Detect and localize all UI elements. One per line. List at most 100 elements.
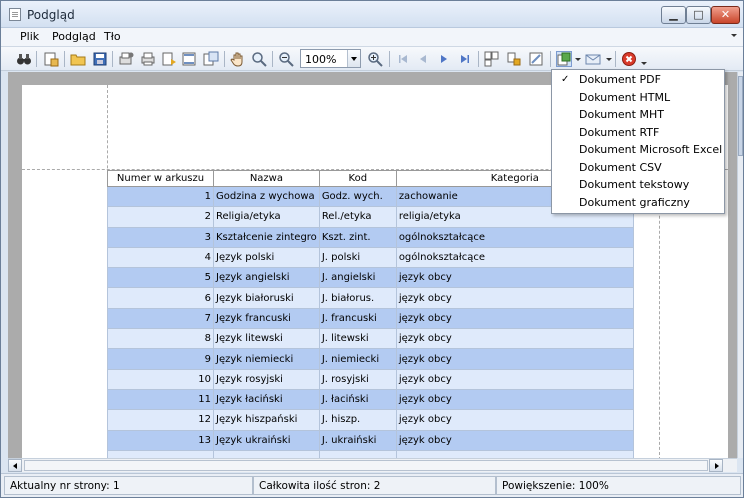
row-category: język obcy [395,348,634,370]
zoom-dropdown-icon[interactable] [347,50,360,67]
row-number: 11 [107,388,214,411]
status-zoom: Powiększenie: 100% [496,476,741,495]
row-code: J. białorus. [318,287,397,309]
scale-icon[interactable] [203,51,219,67]
menu-chevron-icon[interactable] [731,34,737,37]
row-code: Rel./etyka [318,206,397,228]
table-row: 7 Język francuski J. francuski język obcy [107,307,634,330]
exit-icon[interactable] [621,51,637,67]
row-code: J. hiszp. [318,409,397,431]
table-row: 3 Kształcenie zintegro Kszt. zint. ogólnoks… [107,226,634,248]
hand-tool-icon[interactable] [230,51,246,67]
row-category: język obcy [395,267,634,289]
row-name: Język rosyjski [213,368,320,390]
horizontal-scroll-thumb[interactable] [24,460,708,471]
print-icon[interactable] [140,51,156,67]
send-email-icon[interactable] [585,51,601,67]
column-header: Numer w arkuszu [107,170,214,187]
binoculars-icon[interactable] [16,51,32,67]
toolbar-options-icon[interactable] [641,62,647,65]
magnifier-icon[interactable] [251,51,267,67]
row-category: język obcy [395,388,634,411]
row-name: Język łaciński [213,388,320,411]
last-page-icon[interactable] [457,51,473,67]
menu-plik[interactable]: Plik [20,30,39,43]
maximize-button[interactable]: □ [686,6,711,24]
zoom-out-icon[interactable] [278,51,294,67]
minimize-button[interactable]: ▁ [661,6,686,24]
export-excel[interactable]: Dokument Microsoft Excel [552,141,724,159]
page-setup-icon[interactable] [43,51,59,67]
row-category: ogólnokształcące [395,226,634,248]
scroll-right-icon[interactable] [709,459,723,472]
close-button[interactable]: ✕ [711,6,740,24]
menu-item-label: Dokument tekstowy [579,178,690,191]
export-rtf[interactable]: Dokument RTF [552,124,724,142]
table-row: 4 Język polski J. polski ogólnokształcące [107,246,634,269]
open-icon[interactable] [70,51,86,67]
row-number: 1 [107,185,214,208]
email-dropdown-icon[interactable] [606,58,612,61]
toolbar: 100% [1,47,743,71]
horizontal-scrollbar[interactable] [8,458,737,472]
first-page-icon[interactable] [395,51,411,67]
table-row-partial [107,449,634,458]
row-name: Język litewski [213,328,320,350]
quick-print-icon[interactable] [161,51,177,67]
scroll-left-icon[interactable] [8,459,22,472]
vertical-scroll-thumb[interactable] [738,76,743,156]
column-header: Kod [318,170,397,187]
export-mht[interactable]: Dokument MHT [552,106,724,124]
status-total-pages: Całkowita ilość stron: 2 [253,476,496,495]
previous-page-icon[interactable] [415,51,431,67]
row-code: J. francuski [318,307,397,330]
row-code: J. polski [318,246,397,269]
menu-podglad[interactable]: Podgląd [52,30,96,43]
menu-tlo[interactable]: Tło [104,30,121,43]
menu-item-label: Dokument graficzny [579,195,690,209]
column-header: Nazwa [213,170,320,187]
color-icon[interactable] [506,51,522,67]
row-number: 5 [107,267,214,289]
row-name: Język ukraiński [213,429,320,451]
zoom-value: 100% [305,53,337,66]
row-code: J. łaciński [318,388,397,411]
menu-item-label: Dokument HTML [579,90,671,104]
status-current-page: Aktualny nr strony: 1 [4,476,253,495]
table-row: 8 Język litewski J. litewski język obcy [107,328,634,350]
header-footer-icon[interactable] [181,51,197,67]
table-row: 12 Język hiszpański J. hiszp. język obcy [107,409,634,431]
save-icon[interactable] [92,51,108,67]
menu-item-label: Dokument CSV [579,160,662,174]
zoom-in-icon[interactable] [367,51,383,67]
row-number: 6 [107,287,214,309]
watermark-icon[interactable] [528,51,544,67]
table-row: 6 Język białoruski J. białorus. język obcy [107,287,634,309]
row-category: język obcy [395,307,634,330]
export-text[interactable]: Dokument tekstowy [552,176,724,194]
row-code: Kszt. zint. [318,226,397,248]
export-pdf[interactable]: ✓ Dokument PDF [552,71,724,89]
print-setup-icon[interactable] [118,51,134,67]
row-code: J. niemiecki [318,348,397,370]
export-document-icon[interactable] [556,51,572,67]
row-name: Język polski [213,246,320,269]
export-html[interactable]: Dokument HTML [552,89,724,107]
row-number: 9 [107,348,214,370]
row-name: Język niemiecki [213,348,320,370]
document-icon [9,8,21,21]
vertical-scrollbar[interactable] [737,72,743,458]
export-csv[interactable]: Dokument CSV [552,159,724,177]
menu-item-label: Dokument Microsoft Excel [579,143,723,156]
menu-item-label: Dokument PDF [579,73,661,86]
multiple-pages-icon[interactable] [484,51,500,67]
next-page-icon[interactable] [436,51,452,67]
row-name: Język hiszpański [213,409,320,431]
table-row: 11 Język łaciński J. łaciński język obcy [107,388,634,411]
row-code: J. ukraiński [318,429,397,451]
zoom-select[interactable]: 100% [300,49,361,68]
export-image[interactable]: Dokument graficzny [552,194,724,212]
export-dropdown-icon[interactable] [575,58,581,61]
row-name: Język białoruski [213,287,320,309]
row-number: 13 [107,429,214,451]
